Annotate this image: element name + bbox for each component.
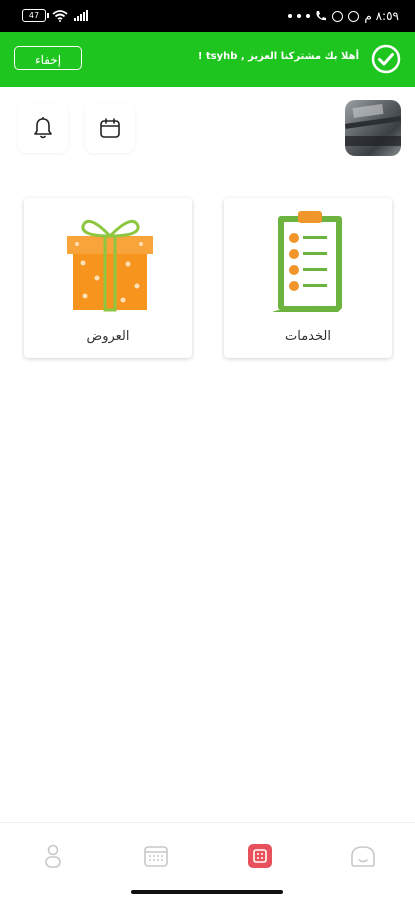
calendar-icon: [100, 118, 120, 138]
system-home-indicator[interactable]: [131, 890, 283, 894]
calendar-icon: [144, 846, 168, 867]
welcome-message: أهلا بك مشتركنا العزيز , tsyhb !: [197, 51, 359, 62]
offers-label: العروض: [86, 329, 130, 344]
home-icon: [351, 846, 375, 867]
more-dot-icon: [297, 14, 302, 18]
hide-button[interactable]: إخفاء: [14, 46, 82, 70]
more-dot-icon: [288, 14, 293, 18]
calendar-button[interactable]: [85, 103, 135, 153]
services-label: الخدمات: [285, 329, 331, 344]
dnd-icon: [332, 10, 344, 22]
dashboard-icon: [248, 844, 272, 868]
more-dot-icon: [306, 14, 311, 18]
welcome-banner: إخفاء أهلا بك مشتركنا العزيز , tsyhb !: [0, 32, 415, 87]
phone-icon: [316, 11, 327, 21]
clipboard-checklist-icon: [272, 211, 342, 312]
battery-icon: 47: [22, 9, 49, 22]
nav-home[interactable]: [348, 841, 378, 871]
offers-card[interactable]: العروض: [24, 198, 192, 358]
gift-box-icon: [67, 219, 153, 312]
profile-icon: [45, 844, 61, 868]
wifi-icon: [52, 9, 68, 22]
nav-calendar[interactable]: [141, 841, 171, 871]
check-circle-icon: [371, 44, 401, 74]
status-bar: 47 ٨:٥٩ م: [0, 0, 415, 32]
nav-profile[interactable]: [38, 841, 68, 871]
status-right: ٨:٥٩ م: [288, 9, 399, 23]
services-card[interactable]: الخدمات: [224, 198, 392, 358]
notifications-button[interactable]: [18, 103, 68, 153]
status-time: ٨:٥٩ م: [364, 9, 399, 23]
bell-icon: [34, 117, 52, 139]
profile-avatar[interactable]: [345, 100, 401, 156]
status-left: 47: [22, 9, 88, 22]
notification-icon: [348, 10, 360, 22]
signal-icon: [74, 10, 88, 21]
nav-dashboard[interactable]: [245, 841, 275, 871]
